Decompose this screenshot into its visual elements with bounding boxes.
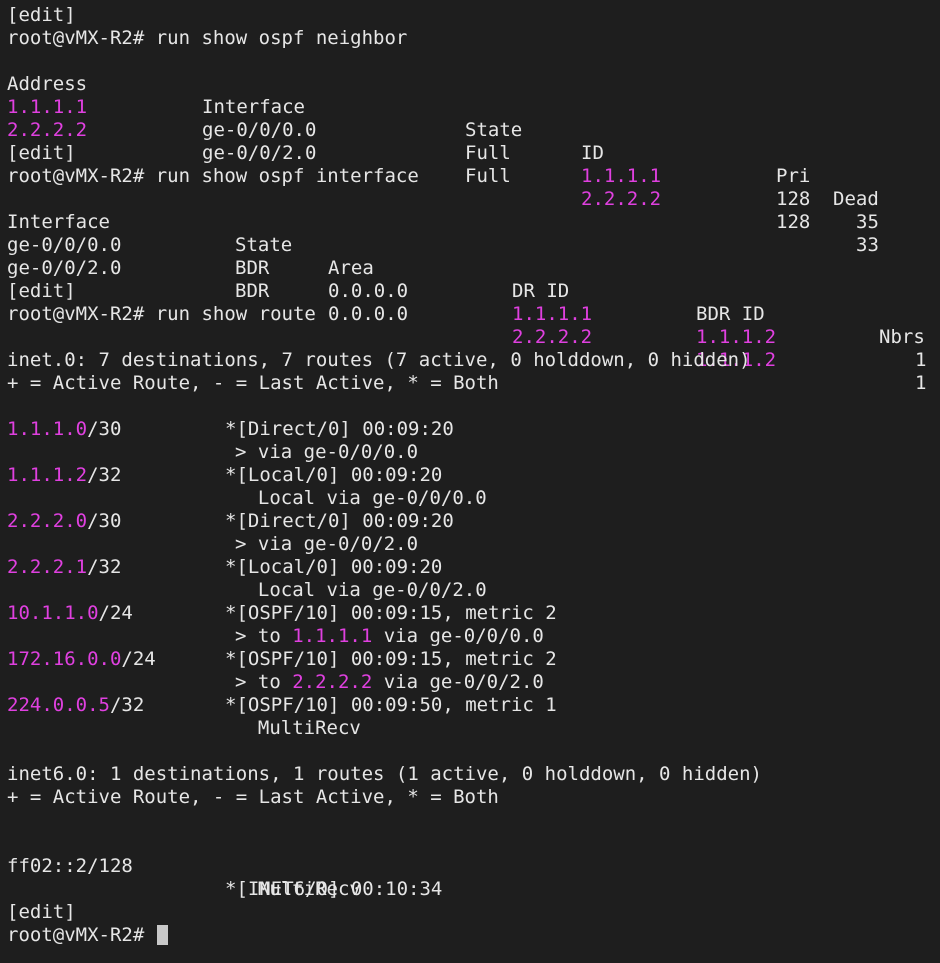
interface-row: ge-0/0/0.0 BDR 0.0.0.0 1.1.1.1 1.1.1.2 1 (7, 211, 940, 371)
route-protocol: *[OSPF/10] 00:09:50, metric 1 (225, 694, 557, 716)
route-table-summary: inet6.0: 1 destinations, 1 routes (1 act… (7, 763, 940, 786)
interface-row: ge-0/0/2.0 BDR 0.0.0.0 2.2.2.2 1.1.1.2 1 (7, 234, 940, 394)
nexthop-prefix: > to (235, 671, 293, 693)
nexthop-address: 2.2.2.2 (292, 671, 373, 693)
legend-text: + = Active Route, - = Last Active, * = B… (7, 372, 499, 394)
route-prefix: 1.1.1.2 (7, 464, 88, 486)
route-entry: ff02::2/128 *[INET6/0] 00:10:34 (7, 832, 940, 900)
route-protocol: *[OSPF/10] 00:09:15, metric 2 (225, 602, 557, 624)
summary-text: inet.0: 7 destinations, 7 routes (7 acti… (7, 349, 751, 371)
prompt-text: root@vMX-R2# (7, 924, 156, 946)
command-text: root@vMX-R2# run show ospf interface (7, 165, 419, 187)
route-protocol: *[Direct/0] 00:09:20 (225, 418, 454, 440)
neighbor-row: 1.1.1.1 ge-0/0/0.0 Full 1.1.1.1 128 35 (7, 73, 940, 233)
route-prefix-group: 2.2.2.1/32 (7, 556, 121, 579)
edit-text: [edit] (7, 280, 76, 302)
neighbor-row: 2.2.2.2 ge-0/0/2.0 Full 2.2.2.2 128 33 (7, 96, 940, 256)
nexthop-interface: via ge-0/0/0.0 (372, 625, 544, 647)
route-entry: 1.1.1.2/32 *[Local/0] 00:09:20 (7, 464, 940, 487)
route-entry: 2.2.2.1/32 *[Local/0] 00:09:20 (7, 556, 940, 579)
route-legend: + = Active Route, - = Last Active, * = B… (7, 372, 940, 395)
route-nexthop-line: Local via ge-0/0/2.0 (7, 579, 940, 602)
edit-text: [edit] (7, 142, 76, 164)
route-entry: 172.16.0.0/24 *[OSPF/10] 00:09:15, metric… (7, 648, 940, 671)
route-legend: + = Active Route, - = Last Active, * = B… (7, 786, 940, 809)
nexthop-address: 1.1.1.1 (292, 625, 373, 647)
route-nexthop-line: MultiRecv (7, 855, 940, 900)
nexthop-prefix: > to (235, 625, 293, 647)
route-entry: 224.0.0.5/32 *[OSPF/10] 00:09:50, metric … (7, 694, 940, 717)
route-nexthop-line: MultiRecv (7, 717, 940, 740)
text-cursor (156, 925, 168, 945)
route-prefix: 2.2.2.1 (7, 556, 88, 578)
route-protocol: *[Direct/0] 00:09:20 (225, 510, 454, 532)
route-prefix-length: /32 (87, 464, 122, 486)
route-nexthop-line: > to 2.2.2.2 via ge-0/0/2.0 (7, 671, 940, 694)
edit-text: [edit] (7, 901, 76, 923)
route-nexthop: > to 1.1.1.1 via ge-0/0/0.0 (235, 625, 544, 648)
route-nexthop: > to 2.2.2.2 via ge-0/0/2.0 (235, 671, 544, 694)
edit-text: [edit] (7, 4, 76, 26)
route-nexthop-line: > to 1.1.1.1 via ge-0/0/0.0 (7, 625, 940, 648)
route-nexthop: > via ge-0/0/2.0 (235, 533, 419, 555)
command-line: root@vMX-R2# run show ospf interface (7, 165, 940, 188)
route-prefix: 2.2.2.0 (7, 510, 88, 532)
route-entry: 2.2.2.0/30 *[Direct/0] 00:09:20 (7, 510, 940, 533)
route-prefix-group: 2.2.2.0/30 (7, 510, 121, 533)
route-prefix-group: 10.1.1.0/24 (7, 602, 133, 625)
route-entry: 10.1.1.0/24 *[OSPF/10] 00:09:15, metric 2 (7, 602, 940, 625)
route-prefix: 172.16.0.0 (7, 648, 122, 670)
edit-marker: [edit] (7, 280, 940, 303)
route-entry: 1.1.1.0/30 *[Direct/0] 00:09:20 (7, 418, 940, 441)
route-prefix-length: /30 (87, 510, 122, 532)
edit-marker: [edit] (7, 142, 940, 165)
route-prefix: 1.1.1.0 (7, 418, 88, 440)
route-protocol: *[OSPF/10] 00:09:15, metric 2 (225, 648, 557, 670)
route-protocol: *[Local/0] 00:09:20 (225, 556, 443, 578)
interface-table-header: Interface State Area DR ID BDR ID Nbrs (7, 188, 940, 348)
route-prefix-length: /32 (87, 556, 122, 578)
route-prefix-group: 1.1.1.0/30 (7, 418, 121, 441)
route-nexthop-line: > via ge-0/0/0.0 (7, 441, 940, 464)
route-prefix-length: /30 (87, 418, 122, 440)
route-nexthop: Local via ge-0/0/2.0 (235, 579, 487, 601)
route-prefix-group: 172.16.0.0/24 (7, 648, 156, 671)
command-line: root@vMX-R2# run show route (7, 303, 940, 326)
route-prefix-length: /24 (98, 602, 133, 624)
legend-text: + = Active Route, - = Last Active, * = B… (7, 786, 499, 808)
route-prefix: 10.1.1.0 (7, 602, 99, 624)
terminal-window[interactable]: [edit] root@vMX-R2# run show ospf neighb… (0, 0, 940, 963)
command-text: root@vMX-R2# run show ospf neighbor (7, 27, 408, 49)
route-nexthop-line: > via ge-0/0/2.0 (7, 533, 940, 556)
command-text: root@vMX-R2# run show route (7, 303, 316, 325)
summary-text: inet6.0: 1 destinations, 1 routes (1 act… (7, 763, 762, 785)
route-table-summary: inet.0: 7 destinations, 7 routes (7 acti… (7, 349, 940, 372)
neighbor-table-header: Address Interface State ID Pri Dead (7, 50, 940, 210)
route-prefix-group: 224.0.0.5/32 (7, 694, 144, 717)
route-nexthop: Local via ge-0/0/0.0 (235, 487, 487, 509)
route-prefix-length: /24 (121, 648, 156, 670)
route-prefix: 224.0.0.5 (7, 694, 110, 716)
route-nexthop-line: Local via ge-0/0/0.0 (7, 487, 940, 510)
edit-marker: [edit] (7, 901, 940, 924)
command-line: root@vMX-R2# run show ospf neighbor (7, 27, 940, 50)
route-protocol: *[Local/0] 00:09:20 (225, 464, 443, 486)
route-nexthop: MultiRecv (235, 717, 361, 739)
nexthop-interface: via ge-0/0/2.0 (372, 671, 544, 693)
command-prompt[interactable]: root@vMX-R2# (7, 924, 940, 947)
route-prefix-length: /32 (109, 694, 145, 716)
edit-marker: [edit] (7, 4, 940, 27)
route-nexthop: > via ge-0/0/0.0 (235, 441, 419, 463)
route-list: 1.1.1.0/30 *[Direct/0] 00:09:20 > via ge-0… (7, 418, 940, 740)
route-prefix-group: 1.1.1.2/32 (7, 464, 121, 487)
